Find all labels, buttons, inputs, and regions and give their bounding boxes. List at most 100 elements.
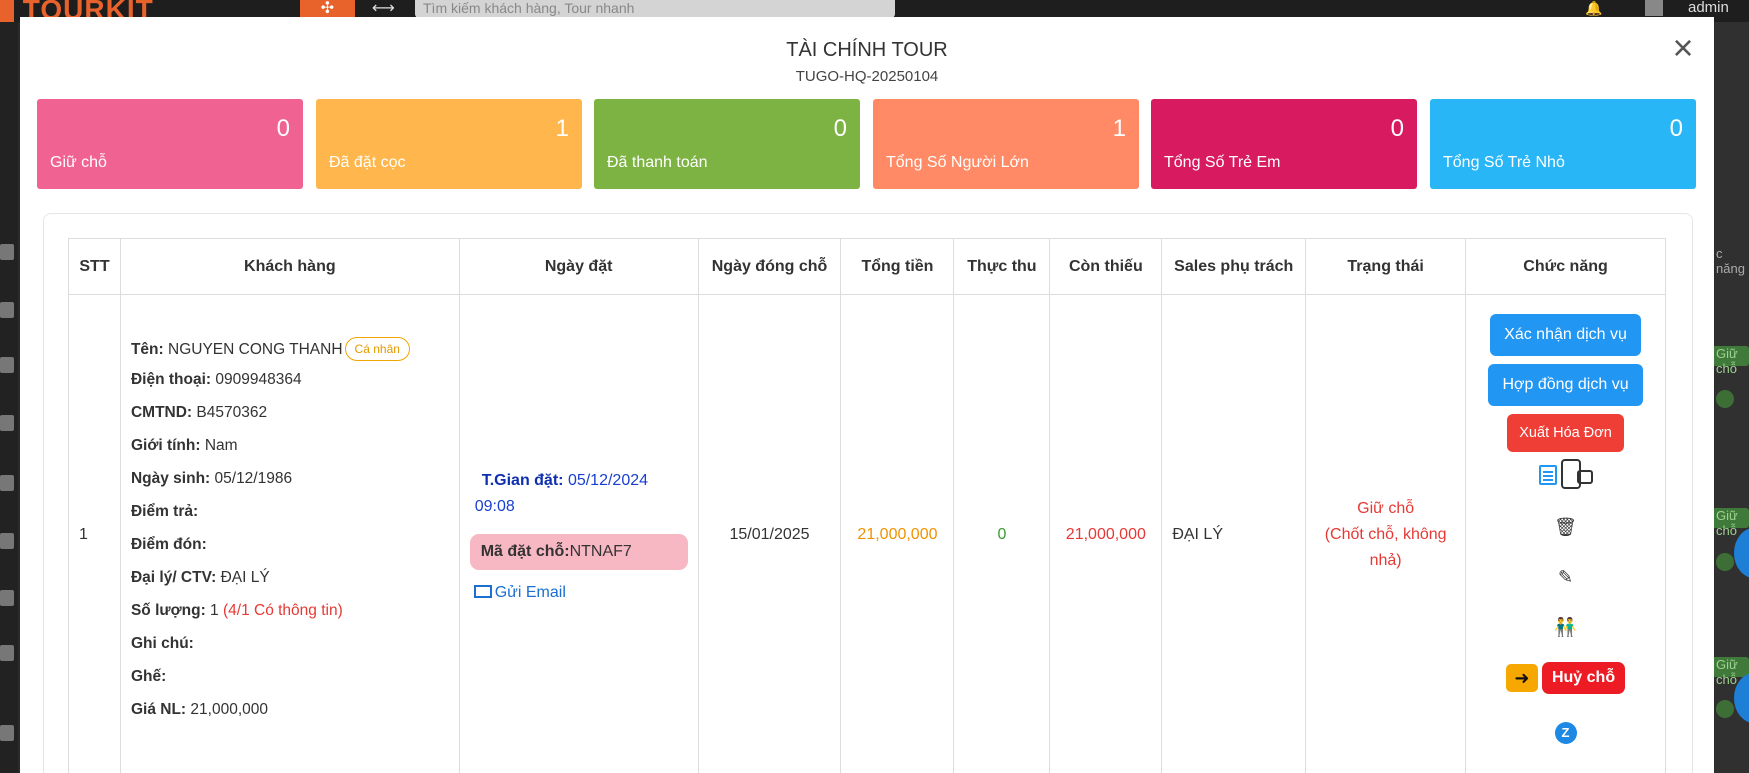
- field-label: Số lượng:: [130, 601, 206, 619]
- cell-remaining: 21,000,000: [1049, 294, 1163, 773]
- send-email-link[interactable]: Gửi Email: [470, 584, 688, 602]
- envelope-icon: [473, 584, 492, 598]
- tour-finance-modal: TÀI CHÍNH TOUR TUGO-HQ-20250104 × 0 Giữ …: [20, 17, 1714, 773]
- column-header-sales[interactable]: Sales phụ trách: [1161, 238, 1307, 295]
- close-button[interactable]: ×: [1665, 30, 1701, 67]
- sidebar-gear-icon[interactable]: [0, 590, 14, 606]
- customer-price: 21,000,000: [190, 700, 268, 718]
- sidebar-group-icon[interactable]: [0, 475, 14, 491]
- column-header-remaining[interactable]: Còn thiếu: [1049, 238, 1163, 295]
- booking-code-label: Mã đặt chỗ:: [480, 542, 570, 560]
- cell-status: Giữ chỗ (Chốt chỗ, không nhả): [1305, 294, 1467, 773]
- customer-seat-line: Ghế:: [131, 667, 449, 700]
- customer-id: B4570362: [196, 403, 268, 421]
- column-header-customer[interactable]: Khách hàng: [119, 238, 460, 295]
- customer-gender: Nam: [204, 436, 238, 454]
- background-status-chip: Giữ chỗ: [1712, 346, 1749, 376]
- customer-qty: 1: [210, 601, 219, 619]
- customer-phone-line: Điện thoại: 0909948364: [131, 370, 449, 403]
- avatar[interactable]: [1645, 0, 1663, 16]
- column-header-paid[interactable]: Thực thu: [953, 238, 1051, 295]
- sidebar-user-icon[interactable]: [0, 357, 14, 373]
- cancel-booking-button[interactable]: Huỷ chỗ: [1541, 662, 1626, 695]
- column-header-booked-date[interactable]: Ngày đặt: [458, 238, 699, 295]
- customer-gender-line: Giới tính: Nam: [131, 436, 449, 469]
- booked-date: 05/12/2024: [567, 471, 649, 489]
- background-column-label: c năng: [1716, 246, 1745, 276]
- customer-price-line: Giá NL: 21,000,000: [131, 700, 449, 733]
- cell-paid: 0: [953, 294, 1051, 773]
- background-status-chip: Giữ chỗ: [1712, 508, 1749, 538]
- field-label: Điện thoại:: [130, 370, 212, 388]
- export-invoice-button[interactable]: Xuất Hóa Đơn: [1507, 413, 1624, 452]
- background-status-chip: Giữ chỗ: [1712, 657, 1749, 687]
- customer-note-line: Ghi chú:: [131, 634, 449, 667]
- cell-booked: T.Gian đặt: 05/12/2024 09:08 Mã đặt chỗ:N…: [458, 294, 699, 773]
- status-detail: (Chốt chỗ, không nhả): [1324, 525, 1447, 569]
- customer-dropoff-line: Điểm trả:: [131, 502, 449, 535]
- booking-code-value: NTNAF7: [569, 542, 632, 560]
- bell-icon[interactable]: 🔔: [1585, 0, 1605, 16]
- stat-value: 0: [1390, 115, 1404, 142]
- field-label: Tên:: [130, 340, 164, 358]
- customer-qty-note: (4/1 Có thông tin): [222, 601, 343, 619]
- column-header-close-date[interactable]: Ngày đóng chỗ: [697, 238, 842, 295]
- column-header-total[interactable]: Tổng tiền: [840, 238, 955, 295]
- customer-dob-line: Ngày sinh: 05/12/1986: [131, 469, 449, 502]
- field-label: Điểm trả:: [130, 502, 199, 520]
- stat-card-infants: 0 Tổng Số Trẻ Nhỏ: [1430, 99, 1696, 189]
- stat-label: Giữ chỗ: [50, 154, 107, 171]
- customer-agent-line: Đại lý/ CTV: ĐẠI LÝ: [131, 568, 449, 601]
- stat-card-holding: 0 Giữ chỗ: [37, 99, 303, 189]
- column-header-status[interactable]: Trạng thái: [1305, 238, 1467, 295]
- stat-label: Đã thanh toán: [607, 154, 708, 171]
- customer-type-badge: Cá nhân: [344, 336, 410, 361]
- expand-arrows-icon[interactable]: ⟷: [372, 0, 395, 18]
- cell-stt: 1: [68, 294, 121, 773]
- confirm-service-button[interactable]: Xác nhận dịch vụ: [1490, 313, 1641, 356]
- forward-arrow-button[interactable]: ➜: [1505, 664, 1538, 693]
- stat-card-children: 0 Tổng Số Trẻ Em: [1151, 99, 1417, 189]
- user-name[interactable]: admin: [1688, 0, 1729, 16]
- stat-label: Tổng Số Người Lớn: [886, 154, 1029, 171]
- passengers-icon[interactable]: 👬: [1466, 602, 1665, 652]
- trash-icon[interactable]: 🗑: [1466, 502, 1665, 552]
- sidebar-globe-icon[interactable]: [0, 533, 14, 549]
- zalo-icon[interactable]: Z: [1554, 721, 1577, 744]
- stat-value: 1: [1112, 115, 1126, 142]
- sidebar-bus-icon[interactable]: [0, 415, 14, 431]
- bookings-table: STT Khách hàng Ngày đặt Ngày đóng chỗ Tổ…: [68, 238, 1666, 773]
- stat-value: 0: [833, 115, 847, 142]
- field-label: Ghế:: [130, 667, 167, 685]
- global-search-input[interactable]: Tìm kiếm khách hàng, Tour nhanh: [415, 0, 895, 18]
- stat-label: Đã đặt cọc: [329, 154, 406, 171]
- field-label: Ghi chú:: [130, 634, 194, 652]
- background-action-icon: [1716, 700, 1734, 718]
- sidebar-doc-icon[interactable]: [0, 725, 14, 741]
- column-header-stt[interactable]: STT: [68, 238, 121, 295]
- sidebar-card-icon[interactable]: [0, 302, 14, 318]
- stat-card-paid: 0 Đã thanh toán: [594, 99, 860, 189]
- stat-card-deposited: 1 Đã đặt cọc: [316, 99, 582, 189]
- sidebar-share-icon[interactable]: [0, 244, 14, 260]
- cell-sales: ĐẠI LÝ: [1161, 294, 1307, 773]
- field-label: Giá NL:: [130, 700, 187, 718]
- stat-label: Tổng Số Trẻ Nhỏ: [1443, 154, 1565, 171]
- table-row: 1 Tên: NGUYEN CONG THANH Cá nhân Điện tho…: [68, 294, 1666, 773]
- customer-dob: 05/12/1986: [214, 469, 293, 487]
- booked-clock: 09:08: [474, 497, 515, 515]
- sidebar-report-icon[interactable]: [0, 645, 14, 661]
- modal-title: TÀI CHÍNH TOUR: [786, 39, 948, 61]
- service-contract-button[interactable]: Hợp đồng dịch vụ: [1488, 363, 1643, 406]
- tour-code: TUGO-HQ-20250104: [795, 68, 939, 85]
- column-header-actions[interactable]: Chức năng: [1465, 238, 1666, 295]
- background-action-icon: [1716, 390, 1734, 408]
- status-text: Giữ chỗ: [1357, 499, 1415, 517]
- edit-icon[interactable]: ✎: [1466, 552, 1665, 602]
- mobile-transfer-icon[interactable]: [1560, 458, 1581, 489]
- document-icon[interactable]: [1538, 464, 1557, 485]
- field-label: Đại lý/ CTV:: [130, 568, 217, 586]
- stat-value: 0: [276, 115, 290, 142]
- cell-actions: Xác nhận dịch vụ Hợp đồng dịch vụ Xuất H…: [1465, 294, 1666, 773]
- send-email-label: Gửi Email: [494, 583, 566, 601]
